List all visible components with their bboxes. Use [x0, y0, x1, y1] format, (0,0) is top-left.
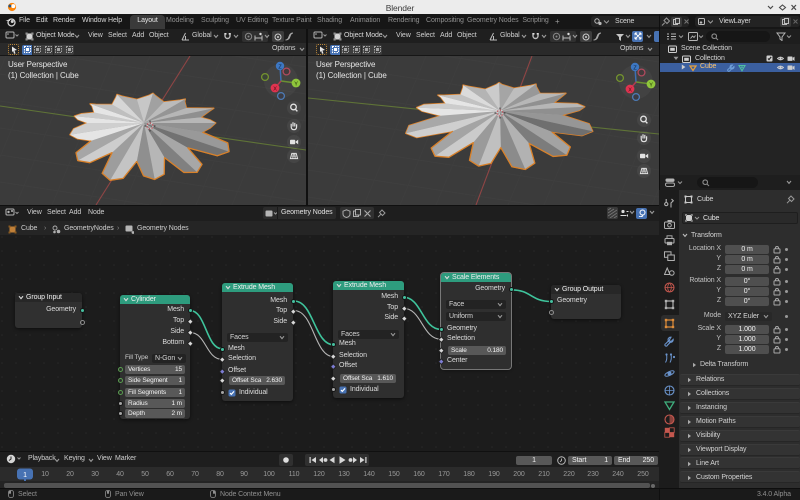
svg-text:200: 200 [513, 471, 525, 478]
svg-text:X: X [628, 87, 632, 93]
svg-text:Y: Y [649, 82, 653, 88]
svg-text:140: 140 [363, 471, 375, 478]
svg-text:60: 60 [166, 471, 174, 478]
svg-text:110: 110 [289, 471, 300, 478]
svg-text:50: 50 [141, 471, 149, 478]
svg-text:180: 180 [463, 471, 475, 478]
svg-text:User Perspective: User Perspective [316, 60, 376, 69]
svg-text:120: 120 [313, 471, 325, 478]
svg-text:160: 160 [413, 471, 425, 478]
svg-text:(1) Collection | Cube: (1) Collection | Cube [8, 71, 79, 80]
svg-text:20: 20 [66, 471, 74, 478]
svg-text:1: 1 [23, 472, 27, 479]
svg-text:190: 190 [488, 471, 500, 478]
svg-text:100: 100 [263, 471, 275, 478]
svg-text:230: 230 [587, 471, 599, 478]
svg-text:(1) Collection | Cube: (1) Collection | Cube [316, 71, 387, 80]
svg-text:User Perspective: User Perspective [8, 60, 68, 69]
svg-text:240: 240 [612, 471, 624, 478]
svg-text:220: 220 [563, 471, 575, 478]
svg-text:40: 40 [116, 471, 124, 478]
svg-text:70: 70 [191, 471, 199, 478]
svg-text:Y: Y [294, 81, 298, 87]
svg-text:130: 130 [338, 471, 350, 478]
svg-text:80: 80 [216, 471, 224, 478]
svg-text:X: X [273, 86, 277, 92]
svg-text:210: 210 [538, 471, 550, 478]
svg-text:250: 250 [637, 471, 649, 478]
svg-text:10: 10 [41, 471, 49, 478]
svg-text:150: 150 [388, 471, 400, 478]
svg-text:30: 30 [91, 471, 99, 478]
svg-text:90: 90 [240, 471, 248, 478]
svg-text:170: 170 [438, 471, 450, 478]
